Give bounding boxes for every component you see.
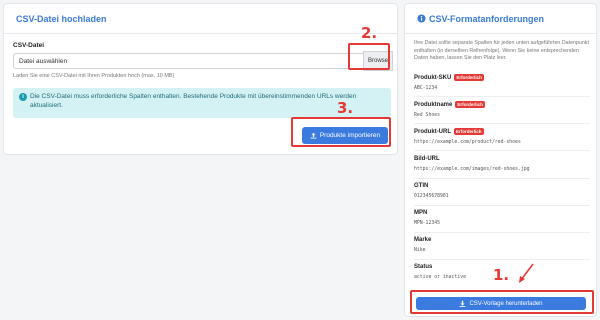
field-example: https://example.com/product/red-shoes bbox=[414, 140, 521, 145]
requirements-intro: Ihre Datei sollte separate Spalten für j… bbox=[414, 40, 589, 61]
field-example: MPN-12345 bbox=[414, 221, 440, 226]
file-input-text[interactable]: Datei auswählen bbox=[14, 54, 363, 68]
field-brand: Marke Nike bbox=[414, 237, 590, 253]
requirements-title-text: CSV-Formatanforderungen bbox=[429, 13, 545, 24]
annotation-box-download bbox=[410, 290, 594, 314]
csv-file-label: CSV-Datei bbox=[13, 42, 45, 49]
field-name: Bild-URL bbox=[414, 156, 440, 162]
field-gtin: GTIN 012345678901 bbox=[414, 183, 590, 199]
upload-card-title: CSV-Datei hochladen bbox=[4, 4, 397, 34]
field-name: Produkt-SKU bbox=[414, 74, 452, 81]
field-name: Status bbox=[414, 264, 433, 270]
field-product-url: Produkt-URL Erforderlich https://example.… bbox=[414, 128, 590, 145]
field-example: https://example.com/images/red-shoes.jpg bbox=[414, 167, 530, 172]
field-image-url: Bild-URL https://example.com/images/red-… bbox=[414, 156, 590, 172]
field-product-sku: Produkt-SKU Erforderlich ABC-1234 bbox=[414, 74, 590, 91]
info-alert: i Die CSV-Datei muss erforderliche Spalt… bbox=[13, 88, 391, 118]
field-product-name: Produktname Erforderlich Red Shoes bbox=[414, 101, 590, 118]
file-hint: Laden Sie eine CSV-Datei mit Ihren Produ… bbox=[13, 73, 175, 79]
required-badge: Erforderlich bbox=[454, 74, 484, 81]
field-name: MPN bbox=[414, 210, 428, 216]
field-example: Red Shoes bbox=[414, 113, 440, 118]
field-name: GTIN bbox=[414, 183, 429, 189]
divider bbox=[414, 96, 590, 97]
annotation-arrow-icon bbox=[519, 263, 534, 283]
annotation-box-browse bbox=[348, 43, 390, 70]
divider bbox=[414, 205, 590, 206]
divider bbox=[414, 123, 590, 124]
file-input[interactable]: Datei auswählen Browse bbox=[13, 51, 393, 71]
field-name: Marke bbox=[414, 237, 432, 243]
required-badge: Erforderlich bbox=[454, 128, 484, 135]
annotation-box-import bbox=[291, 117, 391, 147]
info-circle-icon bbox=[417, 14, 426, 23]
annotation-step-2: 2. bbox=[361, 24, 378, 42]
field-name: Produktname bbox=[414, 101, 453, 108]
annotation-step-1: 1. bbox=[493, 266, 510, 284]
divider bbox=[414, 232, 590, 233]
field-mpn: MPN MPN-12345 bbox=[414, 210, 590, 226]
divider bbox=[414, 259, 590, 260]
field-example: ABC-1234 bbox=[414, 86, 438, 91]
field-name: Produkt-URL bbox=[414, 128, 451, 135]
requirements-card-title: CSV-Formatanforderungen bbox=[405, 4, 596, 34]
field-example: 012345678901 bbox=[414, 194, 449, 199]
info-icon: i bbox=[19, 93, 27, 101]
required-badge: Erforderlich bbox=[455, 101, 485, 108]
annotation-step-3: 3. bbox=[337, 99, 354, 117]
divider bbox=[414, 150, 590, 151]
divider bbox=[414, 178, 590, 179]
field-example: Nike bbox=[414, 248, 426, 253]
info-alert-text: Die CSV-Datei muss erforderliche Spalten… bbox=[30, 93, 357, 109]
